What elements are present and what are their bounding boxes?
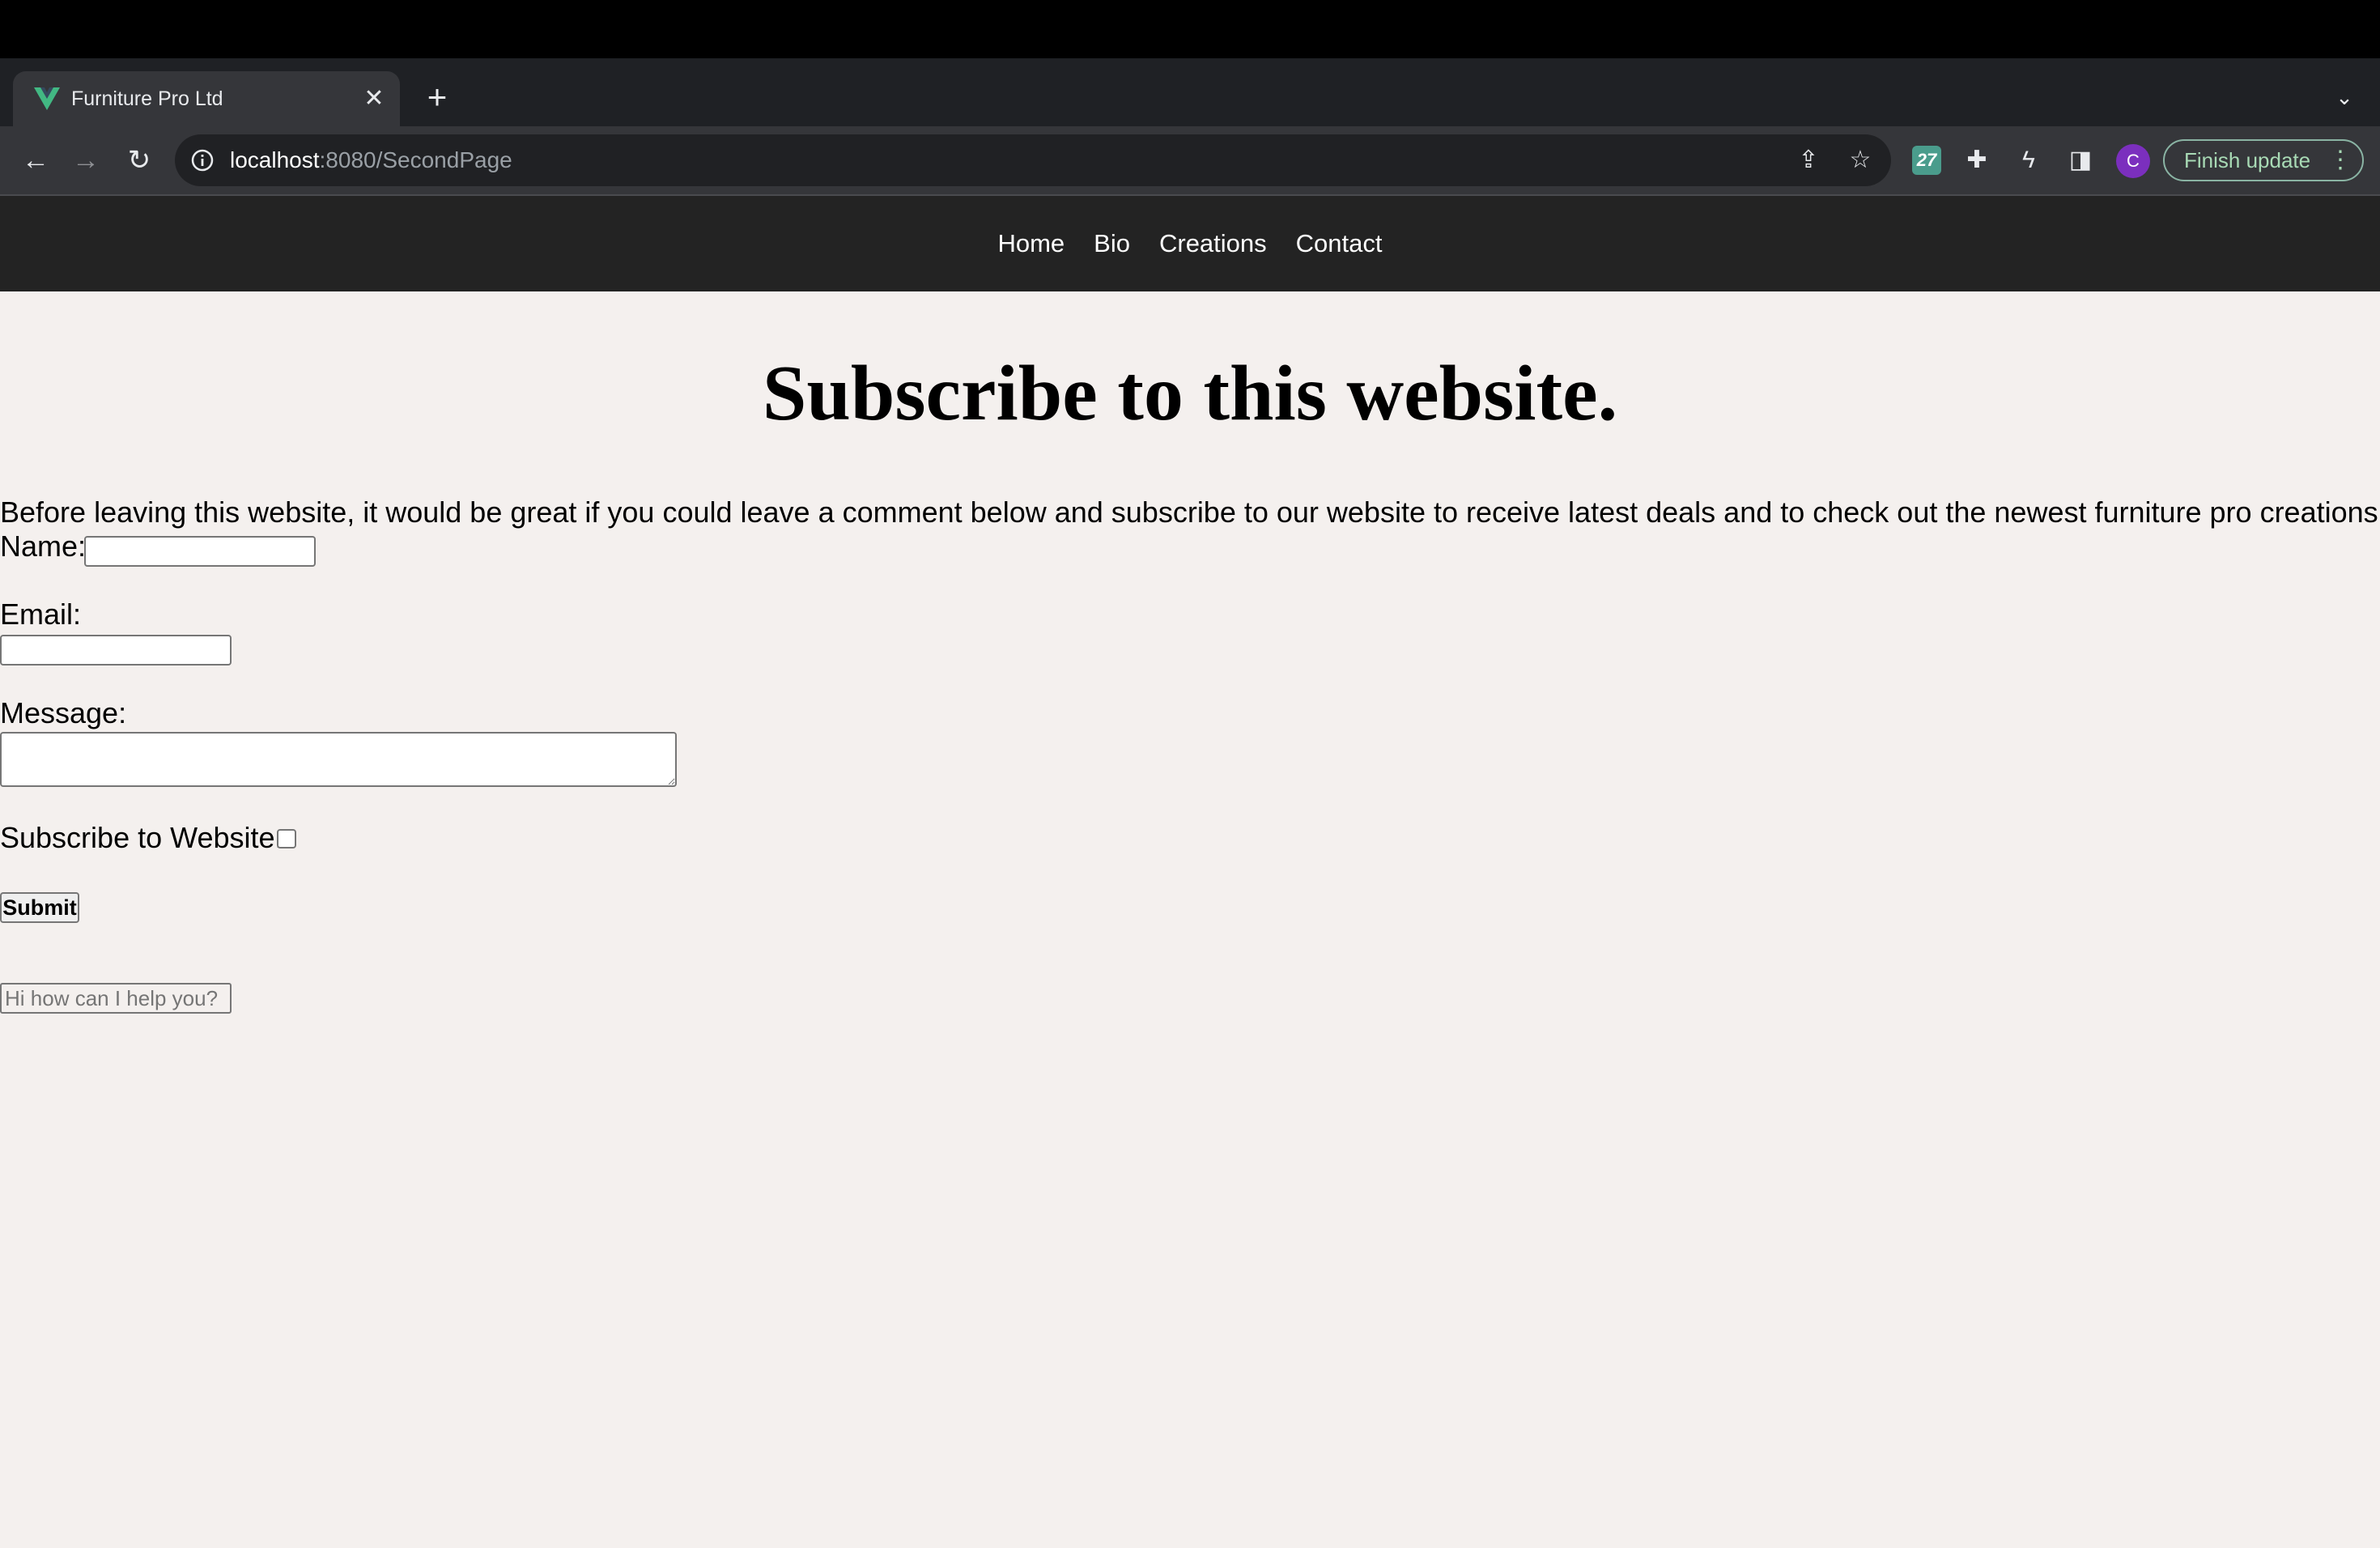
info-icon — [191, 149, 214, 172]
star-icon[interactable]: ☆ — [1844, 144, 1876, 176]
submit-button[interactable]: Submit — [0, 892, 79, 923]
tab-strip: Furniture Pro Ltd ✕ + ⌄ — [0, 58, 2380, 126]
close-icon[interactable]: ✕ — [358, 83, 390, 115]
email-label: Email: — [0, 598, 82, 631]
back-arrow-icon[interactable]: ← — [16, 141, 55, 180]
nav-item-home[interactable]: Home — [997, 196, 1065, 291]
name-label: Name: — [0, 529, 87, 563]
screen-top-bar — [0, 0, 2380, 58]
subscribe-checkbox[interactable] — [277, 829, 296, 848]
vue-logo-icon — [34, 87, 60, 110]
nav-item-contact[interactable]: Contact — [1296, 196, 1383, 291]
subscribe-label: Subscribe to Website: — [0, 821, 283, 854]
extension-badge-icon[interactable]: 27 — [1912, 146, 1941, 175]
reload-icon[interactable]: ↻ — [120, 141, 159, 180]
browser-tab[interactable]: Furniture Pro Ltd ✕ — [13, 71, 400, 126]
email-field[interactable] — [0, 635, 232, 666]
tab-title: Furniture Pro Ltd — [71, 87, 223, 110]
address-bar[interactable]: localhost:8080/SecondPage ⇪ ☆ — [175, 134, 1891, 186]
chat-input[interactable] — [0, 983, 232, 1014]
chevron-down-icon[interactable]: ⌄ — [2327, 79, 2362, 115]
puzzle-icon[interactable]: ✚ — [1959, 142, 1995, 178]
side-panel-icon[interactable]: ◨ — [2063, 142, 2098, 178]
page-content: Subscribe to this website. Before leavin… — [0, 291, 2380, 1548]
message-field[interactable] — [0, 732, 677, 787]
finish-update-button[interactable]: Finish update ⋮ — [2163, 139, 2364, 181]
url-text: localhost:8080/SecondPage — [230, 147, 512, 172]
nav-item-bio[interactable]: Bio — [1094, 196, 1130, 291]
more-menu-icon[interactable]: ⋮ — [2328, 141, 2352, 180]
share-icon[interactable]: ⇪ — [1792, 144, 1825, 176]
name-field[interactable] — [84, 536, 316, 567]
extension-bolt-icon[interactable]: ϟ — [2011, 142, 2046, 178]
page-title: Subscribe to this website. — [762, 350, 1618, 437]
finish-update-label: Finish update — [2184, 148, 2311, 172]
avatar[interactable]: C — [2116, 144, 2150, 178]
message-label: Message: — [0, 696, 127, 729]
site-navigation: Home Bio Creations Contact — [0, 196, 2380, 291]
new-tab-button[interactable]: + — [419, 79, 455, 115]
nav-item-creations[interactable]: Creations — [1159, 196, 1267, 291]
forward-arrow-icon[interactable]: → — [66, 141, 105, 180]
intro-text: Before leaving this website, it would be… — [0, 495, 2378, 529]
